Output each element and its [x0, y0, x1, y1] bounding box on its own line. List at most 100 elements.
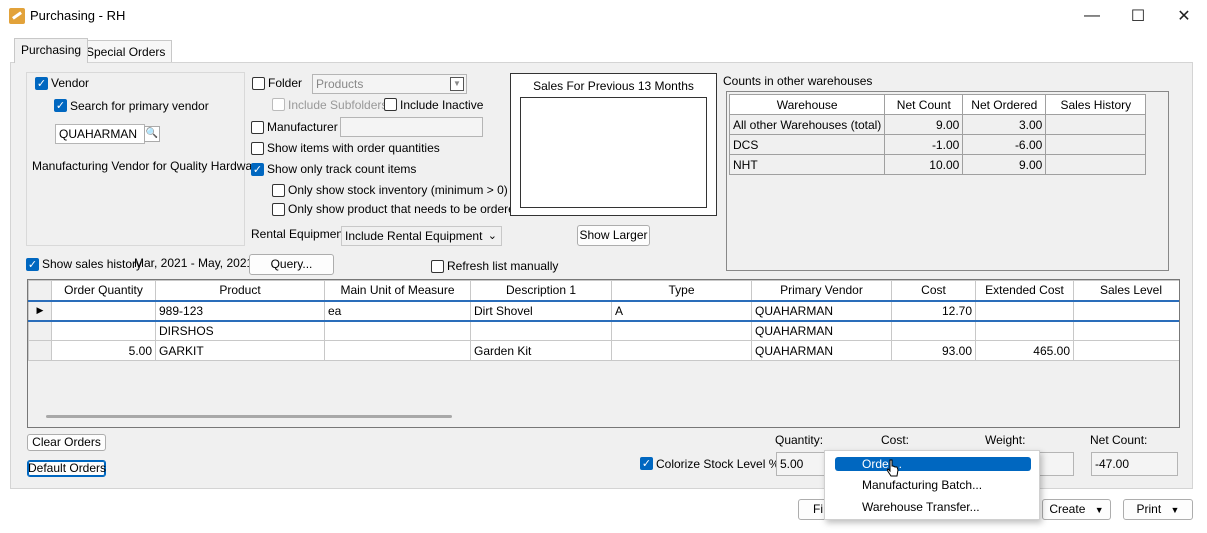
sales-chart-area [520, 97, 707, 208]
refresh-manually-checkbox[interactable] [431, 260, 444, 273]
col-sales-history[interactable]: Sales History [1045, 94, 1147, 115]
type-cell[interactable] [611, 320, 752, 341]
create-label: Create [1049, 502, 1086, 516]
horizontal-scrollbar[interactable] [46, 415, 452, 418]
stock-inventory-checkbox[interactable] [272, 184, 285, 197]
description-cell[interactable]: Garden Kit [470, 340, 612, 361]
needs-order-checkbox[interactable] [272, 203, 285, 216]
vendor-name: Manufacturing Vendor for Quality Hardwar… [32, 159, 263, 173]
rental-label: Rental Equipment: [251, 227, 350, 241]
menu-item-warehouse-transfer[interactable]: Warehouse Transfer... [835, 500, 1031, 514]
magnifier-icon[interactable]: 🔍 [144, 126, 160, 142]
quantity-field[interactable]: 5.00 [776, 452, 826, 476]
warehouse-row[interactable]: NHT 10.00 9.00 [728, 154, 1147, 175]
warehouse-row[interactable]: All other Warehouses (total) 9.00 3.00 [728, 114, 1147, 135]
menu-item-order[interactable]: Order... [835, 457, 1031, 471]
table-row[interactable]: 5.00 GARKIT Garden Kit QUAHARMAN 93.00 4… [28, 340, 1179, 361]
stock-inventory-label: Only show stock inventory (minimum > 0) [288, 183, 508, 197]
cost-label: Cost: [881, 433, 910, 447]
cost-cell[interactable]: 93.00 [891, 340, 976, 361]
col-net-count[interactable]: Net Count [884, 94, 964, 115]
colorize-label: Colorize Stock Level % [656, 457, 780, 471]
type-cell[interactable] [611, 340, 752, 361]
minimize-button[interactable]: — [1069, 0, 1115, 32]
product-cell[interactable]: GARKIT [155, 340, 325, 361]
cost-cell[interactable] [891, 320, 976, 341]
order-qty-cell[interactable] [51, 299, 156, 322]
col-sales-level[interactable]: Sales Level [1073, 280, 1179, 301]
uom-cell[interactable]: ea [324, 299, 471, 322]
vendor-cell[interactable]: QUAHARMAN [751, 320, 892, 341]
show-order-qty-checkbox[interactable] [251, 142, 264, 155]
order-qty-cell[interactable]: 5.00 [51, 340, 156, 361]
folder-label: Folder [268, 76, 303, 90]
col-cost[interactable]: Cost [891, 280, 976, 301]
ext-cost-cell[interactable]: 465.00 [975, 340, 1074, 361]
description-cell[interactable] [470, 320, 612, 341]
sales-level-cell[interactable] [1073, 340, 1179, 361]
folder-checkbox[interactable] [252, 77, 265, 90]
ext-cost-cell[interactable] [975, 299, 1074, 322]
vendor-checkbox[interactable] [35, 77, 48, 90]
col-product[interactable]: Product [155, 280, 325, 301]
sales-level-cell[interactable] [1073, 320, 1179, 341]
show-sales-history-checkbox[interactable] [26, 258, 39, 271]
include-subfolders-label: Include Subfolders [288, 98, 388, 112]
chevron-down-icon: ▼ [450, 77, 464, 91]
folder-dropdown[interactable]: Products ▼ [312, 74, 467, 94]
maximize-button[interactable]: ☐ [1115, 0, 1161, 32]
search-primary-vendor-checkbox[interactable] [54, 99, 67, 112]
col-order-quantity[interactable]: Order Quantity [51, 280, 156, 301]
show-order-qty-label: Show items with order quantities [267, 141, 440, 155]
order-qty-cell[interactable] [51, 320, 156, 341]
row-header[interactable] [28, 340, 52, 361]
include-subfolders-checkbox[interactable] [272, 98, 285, 111]
col-primary-vendor[interactable]: Primary Vendor [751, 280, 892, 301]
manufacturer-checkbox[interactable] [251, 121, 264, 134]
vendor-code-input[interactable]: QUAHARMAN [55, 124, 145, 144]
sales-level-cell[interactable] [1073, 299, 1179, 322]
rental-dropdown[interactable]: Include Rental Equipment ⌄ [341, 226, 502, 246]
colorize-checkbox[interactable] [640, 457, 653, 470]
include-inactive-checkbox[interactable] [384, 98, 397, 111]
uom-cell[interactable] [324, 340, 471, 361]
col-type[interactable]: Type [611, 280, 752, 301]
col-description[interactable]: Description 1 [470, 280, 612, 301]
close-button[interactable]: ✕ [1161, 0, 1207, 32]
table-row[interactable]: ▶ 989-123 ea Dirt Shovel A QUAHARMAN 12.… [28, 299, 1179, 322]
table-row[interactable]: DIRSHOS QUAHARMAN [28, 320, 1179, 341]
print-label: Print [1136, 502, 1162, 516]
manufacturer-input[interactable] [340, 117, 483, 137]
ext-cost-cell[interactable] [975, 320, 1074, 341]
warehouse-row[interactable]: DCS -1.00 -6.00 [728, 134, 1147, 155]
rental-value: Include Rental Equipment [345, 229, 483, 243]
net-count-cell: 10.00 [884, 154, 964, 175]
col-main-uom[interactable]: Main Unit of Measure [324, 280, 471, 301]
menu-item-manufacturing-batch[interactable]: Manufacturing Batch... [835, 478, 1031, 492]
product-cell[interactable]: 989-123 [155, 299, 325, 322]
print-button[interactable]: Print ▼ [1123, 499, 1193, 520]
product-cell[interactable]: DIRSHOS [155, 320, 325, 341]
caret-down-icon: ▼ [1094, 505, 1104, 515]
net-ordered-cell: 9.00 [962, 154, 1047, 175]
tab-purchasing[interactable]: Purchasing [14, 38, 89, 63]
tab-special-orders[interactable]: Special Orders [79, 40, 173, 62]
type-cell[interactable]: A [611, 299, 752, 322]
row-header[interactable] [28, 320, 52, 341]
net-count-field[interactable]: -47.00 [1091, 452, 1178, 476]
description-cell[interactable]: Dirt Shovel [470, 299, 612, 322]
col-extended-cost[interactable]: Extended Cost [975, 280, 1074, 301]
default-orders-button[interactable]: Default Orders [27, 460, 106, 477]
uom-cell[interactable] [324, 320, 471, 341]
clear-orders-button[interactable]: Clear Orders [27, 434, 106, 451]
query-button[interactable]: Query... [249, 254, 334, 275]
vendor-cell[interactable]: QUAHARMAN [751, 340, 892, 361]
vendor-cell[interactable]: QUAHARMAN [751, 299, 892, 322]
weight-field[interactable] [1038, 452, 1074, 476]
col-warehouse[interactable]: Warehouse [728, 94, 886, 115]
show-larger-button[interactable]: Show Larger [577, 225, 650, 246]
cost-cell[interactable]: 12.70 [891, 299, 976, 322]
col-net-ordered[interactable]: Net Ordered [962, 94, 1047, 115]
create-button[interactable]: Create ▼ [1042, 499, 1111, 520]
show-track-count-checkbox[interactable] [251, 163, 264, 176]
